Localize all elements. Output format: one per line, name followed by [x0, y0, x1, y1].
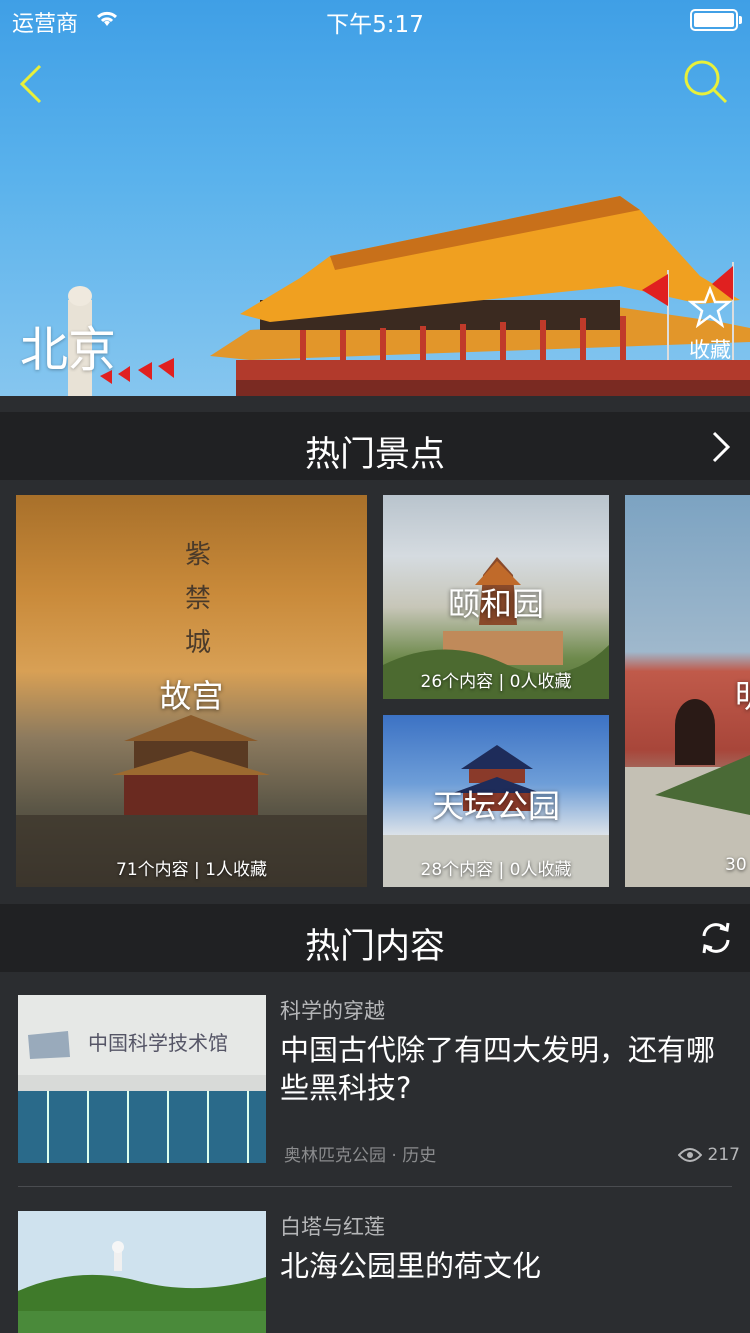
- view-count: 217: [677, 1145, 740, 1165]
- overlay-char: 城: [185, 628, 211, 658]
- hero-banner: 运营商 下午5:17 北京 收藏: [0, 0, 750, 396]
- hot-spots-header[interactable]: 热门景点: [0, 412, 750, 480]
- content-place: 奥林匹克公园 · 历史: [284, 1146, 437, 1166]
- favorite-button[interactable]: 收藏: [682, 285, 738, 364]
- eye-icon: [677, 1148, 702, 1162]
- overlay-char: 禁: [185, 584, 211, 614]
- content-headline: 北海公园里的荷文化: [280, 1249, 542, 1283]
- status-bar: 运营商 下午5:17: [0, 0, 750, 40]
- search-button[interactable]: [682, 58, 732, 108]
- spot-image: [625, 699, 750, 887]
- content-thumbnail: [18, 1211, 266, 1333]
- refresh-icon[interactable]: [698, 920, 734, 956]
- chevron-left-icon: [19, 64, 42, 104]
- spot-name: 明: [735, 671, 750, 717]
- clock: 下午5:17: [326, 12, 424, 38]
- divider: [18, 1186, 732, 1187]
- content-headline: 中国古代除了有四大发明，还有哪些黑科技?: [280, 1033, 716, 1105]
- building-sign: 中国科学技术馆: [88, 1031, 228, 1055]
- content-thumbnail: 中国科学技术馆: [18, 995, 266, 1163]
- spot-card-yiheyuan[interactable]: 颐和园 26个内容 | 0人收藏: [383, 495, 609, 699]
- spot-meta: 30: [725, 855, 747, 875]
- spot-card-partial[interactable]: 明 30: [625, 495, 750, 887]
- spot-card-tiantan[interactable]: 天坛公园 28个内容 | 0人收藏: [383, 715, 609, 887]
- view-count-value: 217: [707, 1145, 740, 1165]
- city-title: 北京: [20, 322, 117, 378]
- spot-meta: 26个内容 | 0人收藏: [420, 672, 572, 692]
- back-button[interactable]: [14, 60, 54, 108]
- content-tag: 科学的穿越: [280, 999, 385, 1023]
- search-icon: [684, 60, 728, 104]
- section-title: 热门内容: [304, 927, 445, 967]
- star-icon: [687, 285, 733, 329]
- overlay-char: 紫: [185, 540, 211, 570]
- favorite-label: 收藏: [689, 338, 731, 362]
- spot-name: 天坛公园: [431, 787, 560, 825]
- spot-card-gugong[interactable]: 紫 禁 城 故宫 71个内容 | 1人收藏: [16, 495, 367, 887]
- spot-name: 故宫: [159, 677, 224, 715]
- battery-icon: [690, 9, 742, 31]
- section-title: 热门景点: [304, 435, 445, 475]
- content-tag: 白塔与红莲: [280, 1215, 385, 1239]
- spot-meta: 28个内容 | 0人收藏: [420, 860, 572, 880]
- chevron-right-icon: [712, 431, 731, 463]
- content-image: 中国科学技术馆: [18, 995, 266, 1163]
- content-image: [18, 1211, 266, 1333]
- hot-content-header: 热门内容: [0, 904, 750, 972]
- spot-name: 颐和园: [447, 585, 544, 623]
- spot-meta: 71个内容 | 1人收藏: [116, 860, 267, 880]
